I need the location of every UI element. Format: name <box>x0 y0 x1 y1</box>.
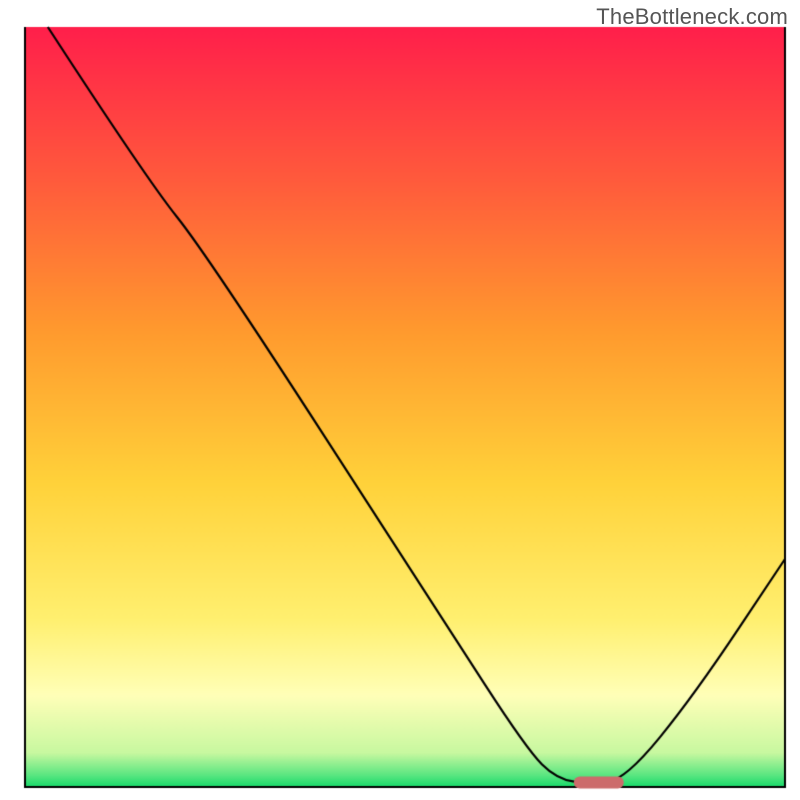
watermark-text: TheBottleneck.com <box>596 4 788 30</box>
bottleneck-chart <box>0 0 800 800</box>
